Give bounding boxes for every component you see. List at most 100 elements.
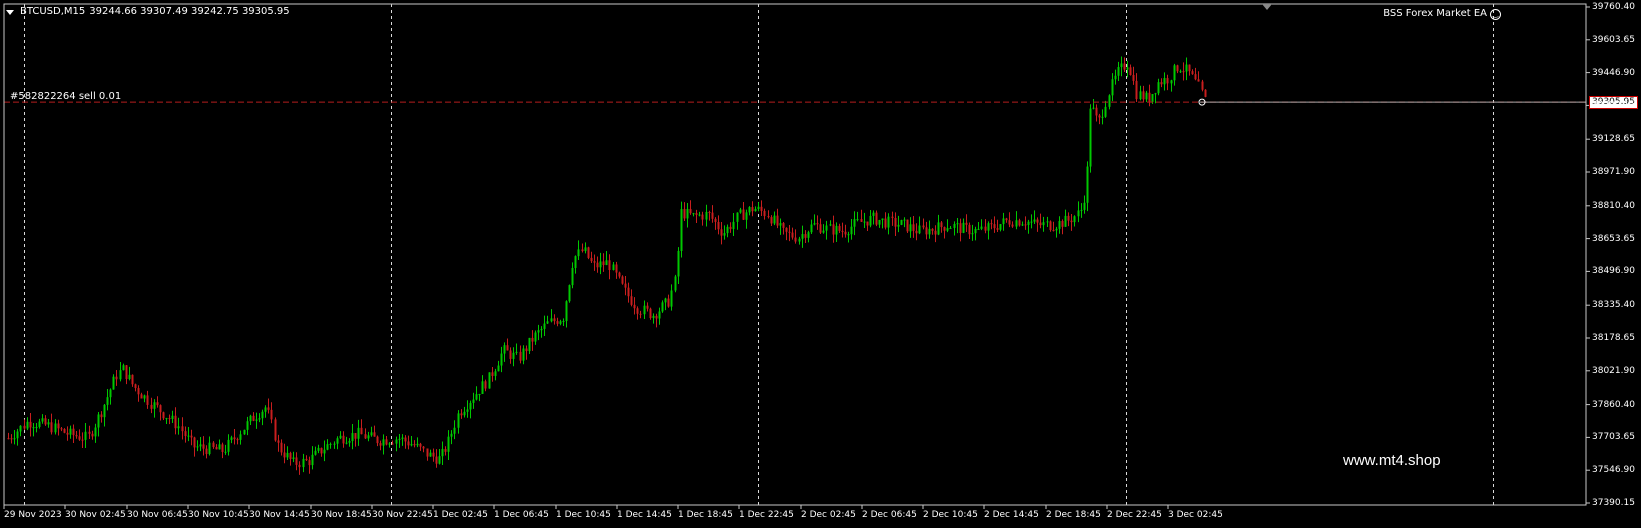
- candle-body: [314, 450, 317, 455]
- candle-body: [140, 394, 143, 399]
- time-tick-label: 2 Dec 14:45: [984, 510, 1039, 520]
- candle-body: [125, 365, 128, 380]
- candle-body: [1033, 219, 1036, 222]
- candle-body: [1070, 220, 1073, 223]
- candle-body: [984, 226, 987, 231]
- candle-body: [351, 433, 354, 442]
- smiley-icon: ‿: [1490, 8, 1501, 20]
- candle-body: [624, 283, 627, 288]
- candle-body: [1067, 215, 1070, 221]
- price-tick-label: 39446.90: [1592, 67, 1635, 78]
- candle-body: [869, 215, 872, 226]
- time-tick-label: 30 Nov 10:45: [188, 510, 249, 520]
- candle-body: [1092, 107, 1095, 109]
- candle-body: [357, 427, 360, 439]
- candle-body: [698, 214, 701, 216]
- candle-body: [670, 290, 673, 307]
- candle-body: [35, 426, 38, 428]
- candle-body: [801, 234, 804, 239]
- candle-body: [1005, 218, 1008, 221]
- candle-body: [373, 432, 376, 437]
- candle-body: [599, 261, 602, 268]
- candle-body: [137, 388, 140, 395]
- chart-shift-marker-icon[interactable]: [1262, 4, 1272, 10]
- candle-body: [1011, 224, 1014, 227]
- candle-body: [965, 222, 968, 225]
- candle-body: [1077, 210, 1080, 217]
- price-tick-label: 37390.15: [1592, 498, 1635, 508]
- candle-body: [472, 399, 475, 403]
- time-tick-label: 3 Dec 02:45: [1168, 510, 1223, 520]
- candle-body: [643, 305, 646, 315]
- candle-body: [29, 421, 32, 428]
- candle-body: [134, 384, 137, 389]
- candle-body: [342, 435, 345, 444]
- candle-body: [385, 439, 388, 445]
- candle-body: [732, 221, 735, 230]
- candle-body: [100, 414, 103, 418]
- candle-body: [900, 220, 903, 225]
- candle-body: [1176, 65, 1179, 72]
- candle-body: [323, 449, 326, 454]
- price-chart[interactable]: [0, 0, 1641, 528]
- candle-body: [807, 232, 810, 238]
- candle-body: [829, 224, 832, 226]
- price-tick-label: 38496.90: [1592, 266, 1635, 277]
- dropdown-triangle-icon[interactable]: [6, 9, 14, 15]
- chart-window[interactable]: BTCUSD,M15 39244.66 39307.49 39242.75 39…: [0, 0, 1641, 528]
- candle-body: [612, 264, 615, 270]
- candle-body: [246, 421, 249, 430]
- candle-body: [577, 249, 580, 257]
- candle-body: [652, 315, 655, 319]
- time-tick-label: 30 Nov 02:45: [65, 510, 126, 520]
- candle-body: [91, 433, 94, 437]
- candle-body: [677, 250, 680, 277]
- candle-body: [1021, 224, 1024, 226]
- candle-body: [227, 439, 230, 452]
- candle-body: [925, 227, 928, 235]
- candle-body: [435, 456, 438, 464]
- candle-body: [432, 452, 435, 457]
- candle-body: [835, 225, 838, 235]
- candle-body: [838, 225, 841, 231]
- candle-body: [1030, 221, 1033, 223]
- candle-body: [1039, 222, 1042, 226]
- candle-body: [1201, 81, 1204, 90]
- candle-body: [426, 448, 429, 457]
- candle-body: [249, 415, 252, 422]
- candle-body: [770, 217, 773, 224]
- candle-body: [447, 436, 450, 452]
- expert-advisor-label[interactable]: BSS Forex Market EA ‿: [1383, 8, 1501, 20]
- candle-body: [348, 441, 351, 443]
- candle-body: [367, 435, 370, 439]
- order-label[interactable]: #582822264 sell 0.01: [10, 91, 121, 103]
- time-tick-label: 2 Dec 18:45: [1046, 510, 1101, 520]
- candle-body: [993, 224, 996, 229]
- candle-body: [584, 247, 587, 252]
- candle-body: [785, 227, 788, 232]
- candle-body: [887, 216, 890, 228]
- candle-body: [695, 213, 698, 215]
- candle-body: [1064, 215, 1067, 227]
- candle-body: [537, 330, 540, 333]
- candle-body: [286, 452, 289, 458]
- candle-body: [680, 209, 683, 251]
- candle-body: [1173, 65, 1176, 81]
- candle-body: [1126, 67, 1129, 70]
- candle-body: [106, 397, 109, 405]
- candle-body: [122, 365, 125, 371]
- candle-body: [543, 323, 546, 329]
- candle-body: [977, 228, 980, 230]
- time-tick-label: 1 Dec 22:45: [739, 510, 794, 520]
- candle-body: [571, 267, 574, 286]
- time-tick-label: 30 Nov 14:45: [249, 510, 310, 520]
- candle-body: [218, 444, 221, 450]
- candle-body: [422, 446, 425, 449]
- candle-body: [779, 223, 782, 226]
- candle-body: [438, 456, 441, 464]
- candle-body: [413, 444, 416, 446]
- candle-body: [553, 318, 556, 322]
- candle-body: [866, 221, 869, 226]
- candle-body: [980, 226, 983, 229]
- candle-body: [872, 212, 875, 216]
